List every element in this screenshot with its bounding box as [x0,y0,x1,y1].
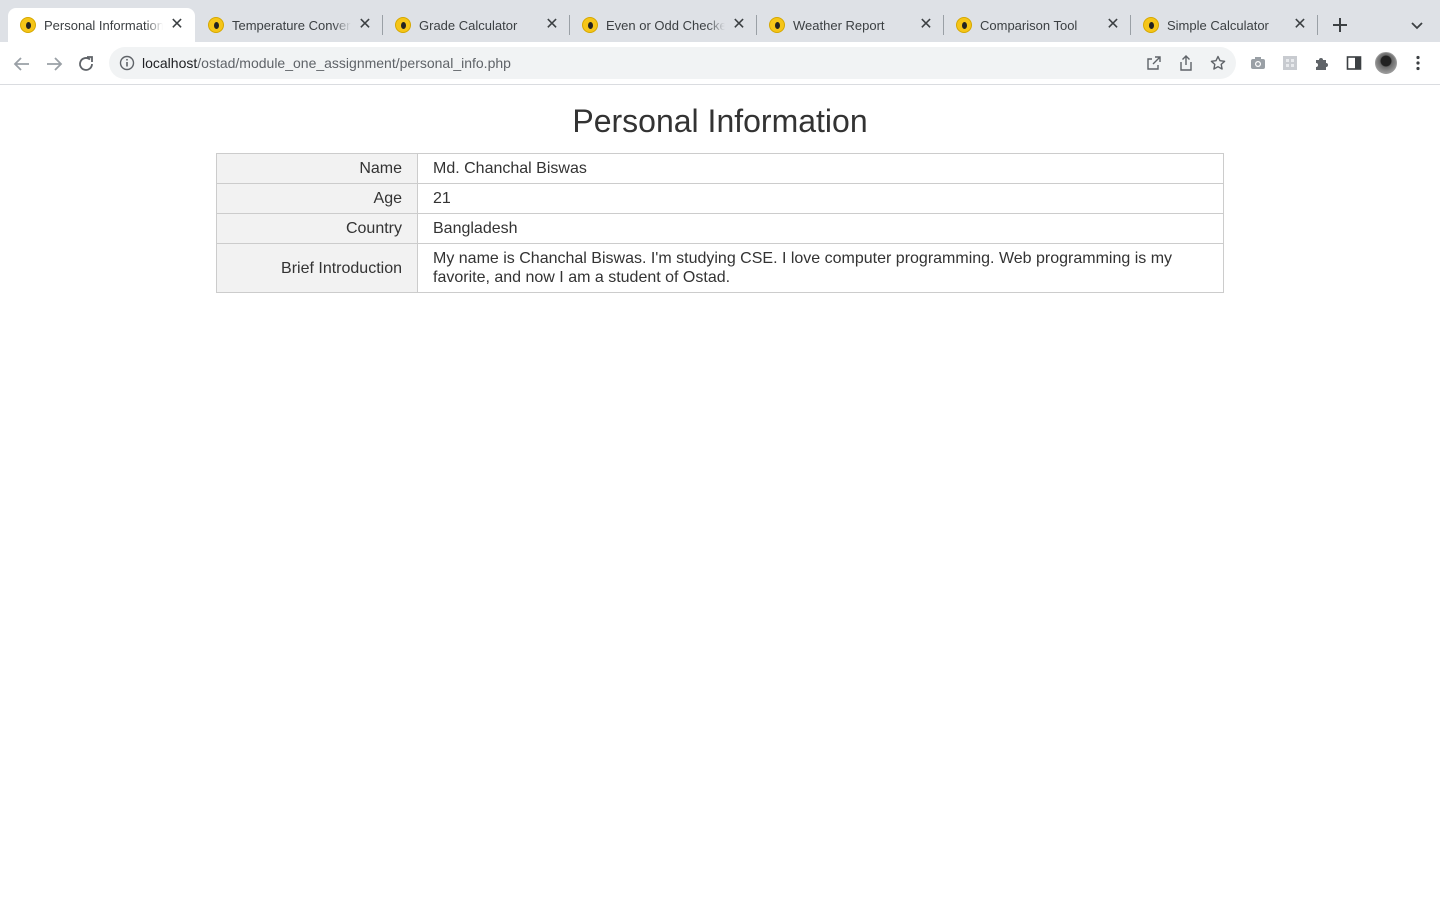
tab-even-or-odd-checker[interactable]: Even or Odd Checker ✕ [570,8,757,42]
tab-personal-information[interactable]: Personal Information | ✕ [8,8,195,42]
tab-grade-calculator[interactable]: Grade Calculator ✕ [383,8,570,42]
site-favicon-icon [582,17,598,33]
browser-toolbar: localhost/ostad/module_one_assignment/pe… [0,42,1440,85]
row-label: Country [216,213,418,244]
table-row: Name Md. Chanchal Biswas [216,153,1224,184]
close-icon[interactable]: ✕ [918,17,934,33]
tab-title: Temperature Converter [232,17,351,33]
close-icon[interactable]: ✕ [731,17,747,33]
more-menu-icon[interactable] [1408,53,1428,73]
close-icon[interactable]: ✕ [357,17,373,33]
close-icon[interactable]: ✕ [1292,17,1308,33]
table-row: Age 21 [216,183,1224,214]
address-bar[interactable]: localhost/ostad/module_one_assignment/pe… [109,47,1236,79]
forward-button[interactable] [40,50,68,78]
side-panel-icon[interactable] [1344,53,1364,73]
page-title: Personal Information [572,103,868,139]
row-value: 21 [417,183,1224,214]
url-path: /ostad/module_one_assignment/personal_in… [197,55,511,71]
chevron-down-icon [1411,22,1423,30]
bookmark-star-icon[interactable] [1209,54,1227,72]
tab-separator [1317,15,1318,35]
info-icon[interactable] [119,55,135,71]
table-row: Country Bangladesh [216,213,1224,244]
tab-strip: Personal Information | ✕ Temperature Con… [0,0,1440,42]
row-label: Age [216,183,418,214]
url-host: localhost [142,55,198,71]
open-in-new-icon[interactable] [1145,54,1163,72]
row-value: My name is Chanchal Biswas. I'm studying… [417,243,1224,293]
row-label: Brief Introduction [216,243,418,293]
site-favicon-icon [208,17,224,33]
plus-icon [1333,18,1347,32]
close-icon[interactable]: ✕ [1105,17,1121,33]
table-row: Brief Introduction My name is Chanchal B… [216,243,1224,293]
tab-title: Grade Calculator [419,17,518,33]
site-favicon-icon [20,17,36,33]
share-icon[interactable] [1177,54,1195,72]
close-icon[interactable]: ✕ [169,17,185,33]
tab-simple-calculator[interactable]: Simple Calculator ✕ [1131,8,1318,42]
site-favicon-icon [1143,17,1159,33]
url-text: localhost/ostad/module_one_assignment/pe… [142,55,511,71]
site-favicon-icon [956,17,972,33]
tab-title: Even or Odd Checker [606,17,725,33]
row-label: Name [216,153,418,184]
site-favicon-icon [769,17,785,33]
tab-temperature-converter[interactable]: Temperature Converter ✕ [196,8,383,42]
back-button[interactable] [8,50,36,78]
site-favicon-icon [395,17,411,33]
arrow-left-icon [13,57,29,71]
extension-grid-icon[interactable] [1280,53,1300,73]
tab-comparison-tool[interactable]: Comparison Tool ✕ [944,8,1131,42]
tab-title: Weather Report [793,17,885,33]
profile-avatar[interactable] [1375,52,1397,74]
camera-icon[interactable] [1248,53,1268,73]
tab-title: Comparison Tool [980,17,1078,33]
tab-search-button[interactable] [1406,14,1428,36]
reload-button[interactable] [72,50,100,78]
tab-title: Simple Calculator [1167,17,1269,33]
page-content: Personal Information Name Md. Chanchal B… [0,85,1440,900]
reload-icon [79,56,93,71]
tab-weather-report[interactable]: Weather Report ✕ [757,8,944,42]
personal-info-table: Name Md. Chanchal Biswas Age 21 Country … [216,153,1224,293]
row-value: Md. Chanchal Biswas [417,153,1224,184]
arrow-right-icon [47,57,63,71]
puzzle-extensions-icon[interactable] [1312,53,1332,73]
tab-title: Personal Information | [44,17,163,33]
close-icon[interactable]: ✕ [544,17,560,33]
new-tab-button[interactable] [1328,13,1352,37]
row-value: Bangladesh [417,213,1224,244]
